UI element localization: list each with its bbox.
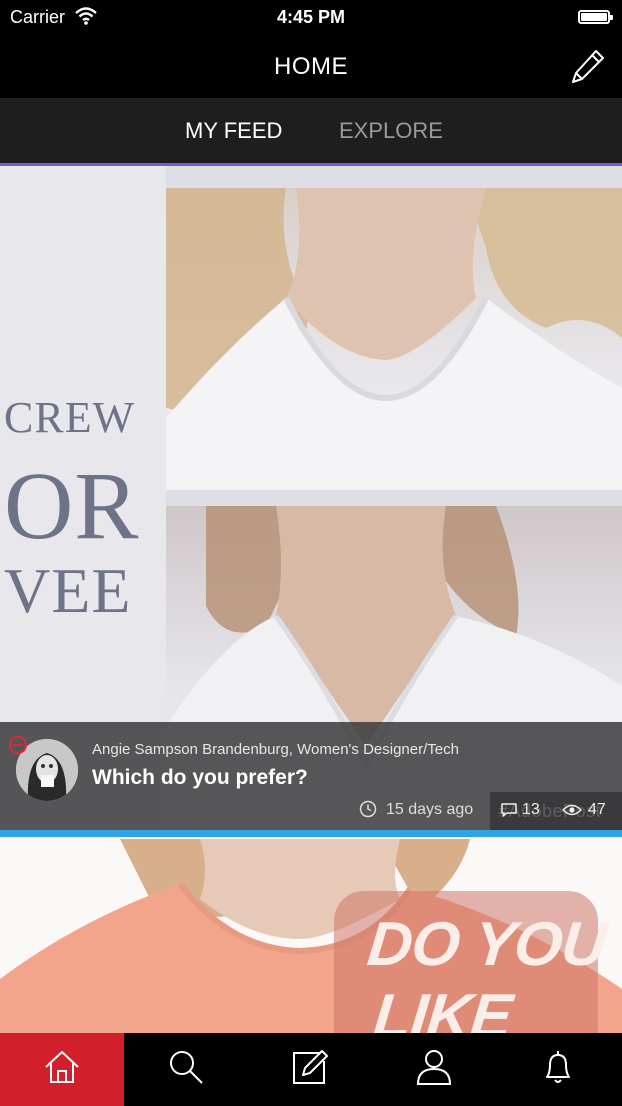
nav-header: HOME [0, 36, 622, 98]
report-icon[interactable] [8, 735, 28, 755]
tab-my-feed[interactable]: MY FEED [185, 118, 282, 144]
post-time: 15 days ago [386, 801, 474, 818]
bottom-tab-bar [0, 1033, 622, 1106]
compose-icon [293, 1050, 328, 1084]
clock-time: 4:45 PM [276, 7, 346, 27]
post-divider [0, 830, 622, 837]
sign-text-line1: DO YOU [364, 910, 610, 979]
app-screen: Carrier 4:45 PM HOME MY FEED EXPLORE CRE… [0, 0, 622, 1106]
crew-neck-photo [166, 188, 622, 490]
bell-icon [546, 1051, 570, 1083]
or-text: OR [4, 452, 140, 559]
second-post-image[interactable]: DO YOU LIKE THIS [0, 839, 622, 1033]
tab-home[interactable] [0, 1033, 124, 1106]
page-title: HOME [274, 53, 348, 80]
post-stats: #AdobePost 13 47 [490, 792, 622, 830]
clock-icon [359, 800, 377, 818]
vee-text: VEE [4, 555, 132, 626]
comment-count: 13 [522, 801, 540, 818]
search-icon [170, 1051, 203, 1084]
view-count: 47 [588, 801, 606, 818]
feed-list[interactable]: CREW OR VEE Angie Sampson Brandenburg, W… [0, 166, 622, 1033]
home-icon [45, 1051, 79, 1083]
status-bar: Carrier 4:45 PM [0, 0, 622, 36]
post-image[interactable]: CREW OR VEE Angie Sampson Brandenburg, W… [0, 166, 622, 830]
tab-search[interactable] [124, 1033, 248, 1106]
tab-notifications[interactable] [496, 1033, 620, 1106]
comment-icon[interactable] [500, 802, 518, 818]
post-question[interactable]: Which do you prefer? [92, 766, 308, 790]
post-meta: Angie Sampson Brandenburg, Women's Desig… [0, 722, 622, 830]
tab-compose[interactable] [248, 1033, 372, 1106]
eye-icon [562, 804, 582, 816]
crew-text: CREW [4, 393, 136, 442]
feed-tabs: MY FEED EXPLORE [0, 98, 622, 166]
pencil-icon[interactable] [568, 46, 608, 86]
sign-text-line2: LIKE THIS [370, 982, 515, 1033]
battery-icon [578, 10, 613, 24]
tab-explore[interactable]: EXPLORE [339, 118, 443, 144]
post-author[interactable]: Angie Sampson Brandenburg, Women's Desig… [92, 741, 459, 758]
tab-profile[interactable] [372, 1033, 496, 1106]
profile-icon [416, 1050, 452, 1085]
